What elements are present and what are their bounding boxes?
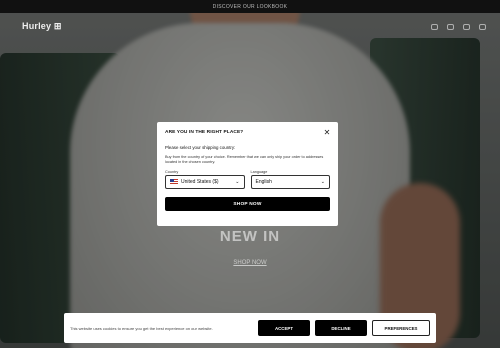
modal-subtitle: Please select your shipping country: xyxy=(165,145,236,150)
cookie-buttons: ACCEPT DECLINE PREFERENCES xyxy=(258,320,430,336)
cookie-banner: This website uses cookies to ensure you … xyxy=(64,313,436,343)
language-value: English xyxy=(255,179,272,185)
modal-description: Buy from the country of your choice. Rem… xyxy=(165,155,324,164)
account-icon[interactable] xyxy=(447,24,454,30)
country-label: Country xyxy=(165,170,179,174)
header-icons xyxy=(431,24,486,30)
modal-fields: Country United States ($) ⌄ Language Eng… xyxy=(165,170,330,189)
country-value: United States ($) xyxy=(181,179,219,185)
us-flag-icon xyxy=(170,179,178,185)
modal-title: ARE YOU IN THE RIGHT PLACE? xyxy=(165,130,244,135)
announcement-text[interactable]: DISCOVER OUR LOOKBOOK xyxy=(213,4,288,10)
language-label: Language xyxy=(250,170,268,174)
chevron-down-icon: ⌄ xyxy=(320,179,325,185)
cookie-preferences-button[interactable]: PREFERENCES xyxy=(372,320,430,336)
search-icon[interactable] xyxy=(431,24,438,30)
close-icon[interactable]: ✕ xyxy=(323,129,331,137)
accept-cookies-button[interactable]: ACCEPT xyxy=(258,320,310,336)
country-field: Country United States ($) ⌄ xyxy=(165,170,245,189)
cookie-text: This website uses cookies to ensure you … xyxy=(70,325,213,331)
chevron-down-icon: ⌄ xyxy=(235,179,240,185)
hero-shop-link[interactable]: SHOP NOW xyxy=(0,260,500,266)
language-select[interactable]: English ⌄ xyxy=(250,175,330,189)
country-select-value: United States ($) xyxy=(170,179,219,185)
shop-now-button[interactable]: SHOP NOW xyxy=(165,197,330,211)
language-field: Language English ⌄ xyxy=(250,170,330,189)
country-select[interactable]: United States ($) ⌄ xyxy=(165,175,245,189)
site-logo[interactable]: Hurley ⊞ xyxy=(22,21,62,32)
decline-cookies-button[interactable]: DECLINE xyxy=(315,320,367,336)
announcement-bar: DISCOVER OUR LOOKBOOK xyxy=(0,0,500,13)
hero-title: NEW IN xyxy=(219,228,281,245)
country-selector-modal: ARE YOU IN THE RIGHT PLACE? ✕ Please sel… xyxy=(157,122,338,226)
cart-icon[interactable] xyxy=(479,24,486,30)
wishlist-icon[interactable] xyxy=(463,24,470,30)
